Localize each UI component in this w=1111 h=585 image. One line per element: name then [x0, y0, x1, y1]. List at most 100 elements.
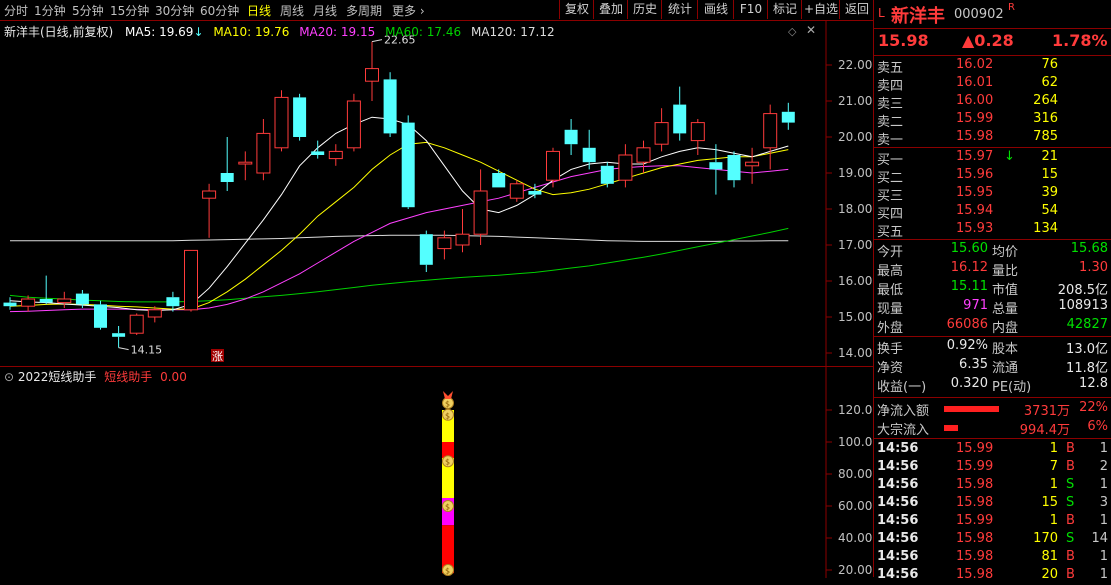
bid-price: 15.93	[956, 221, 994, 236]
tick-volume: 1	[1049, 477, 1058, 492]
stat-row: 现量 971 总量 108913	[874, 298, 1111, 317]
ask-price: 15.98	[956, 129, 994, 144]
bid-volume: 39	[1041, 185, 1058, 200]
tick-row: 14:56 15.99 7 B 2	[874, 459, 1111, 477]
stat-value: 16.12	[950, 260, 988, 275]
chart-header: 新洋丰(日线,前复权) MA5: 19.69↓ MA10: 19.76 MA20…	[4, 23, 555, 40]
tick-price: 15.98	[956, 567, 994, 582]
candle	[654, 108, 669, 152]
low-label: 14.15	[131, 344, 163, 357]
candle	[673, 86, 687, 141]
indicator-label: 短线助手	[104, 370, 153, 384]
ask-volume: 62	[1041, 75, 1058, 90]
chart-settings-icon[interactable]: ◇	[788, 25, 796, 38]
flow-value: 994.4万	[1019, 423, 1070, 438]
candle-body	[528, 191, 542, 195]
ask-volume: 76	[1041, 57, 1058, 72]
candle-body	[401, 122, 415, 208]
candle-body	[21, 298, 36, 307]
ma10-line	[9, 141, 789, 310]
f10-button[interactable]: F10	[733, 0, 768, 19]
bid-price: 15.96	[956, 167, 994, 182]
arrow-down-icon: ↓	[193, 25, 204, 39]
ask-row: 卖二 15.99 316	[874, 111, 1111, 130]
annotations: 22.6514.15 涨	[118, 34, 416, 363]
fundamental-label: PE(动)	[992, 380, 1032, 395]
ask-label: 卖三	[877, 97, 904, 112]
candle-body	[3, 302, 17, 307]
candle-body	[690, 122, 705, 142]
ask-label: 卖二	[877, 115, 904, 130]
candle-body	[673, 104, 687, 134]
bid-row: 买五 15.93 134	[874, 221, 1111, 240]
stat-label: 最高	[877, 264, 904, 279]
period-more[interactable]: 更多 ›	[392, 2, 425, 19]
ma60-label: MA60: 17.46	[385, 25, 462, 39]
arrow-down-icon: ↓	[1004, 149, 1015, 164]
fundamental-label: 换手	[877, 342, 904, 357]
adjust-button[interactable]: 复权	[559, 0, 594, 19]
candle	[293, 93, 307, 141]
candle-body	[509, 183, 524, 199]
tick-count: 1	[1099, 567, 1108, 582]
period-daily[interactable]: 日线	[247, 2, 271, 19]
add-watchlist-button[interactable]: +自选	[801, 0, 840, 19]
tick-side: B	[1066, 549, 1075, 564]
bid-label: 买三	[877, 189, 904, 204]
money-bag-icon-glyph: $	[445, 411, 450, 420]
ask-label: 卖一	[877, 133, 904, 148]
overlay-button[interactable]: 叠加	[593, 0, 628, 19]
chevron-right-icon: ›	[416, 4, 425, 18]
history-button[interactable]: 历史	[627, 0, 662, 19]
tick-side: S	[1066, 495, 1075, 510]
tick-time: 14:56	[877, 441, 919, 456]
candle-body	[220, 173, 234, 182]
indicator-value: 0.00	[160, 370, 187, 384]
period-weekly[interactable]: 周线	[280, 2, 304, 19]
price-tick-label: 21.00	[838, 94, 872, 108]
indicator-panel[interactable]: 120.00 100.00 80.00 60.00 40.00 20.00 $ $ $ $ $ ⊙…	[0, 366, 873, 578]
period-15min[interactable]: 15分钟	[110, 2, 149, 19]
candle	[690, 119, 705, 155]
stat-label: 总量	[992, 302, 1019, 317]
candle-body	[600, 165, 614, 184]
price-tick-label: 14.00	[838, 346, 872, 360]
candle	[238, 151, 253, 181]
indicator-collapse-icon[interactable]: ⊙	[4, 370, 14, 384]
tick-time: 14:56	[877, 567, 919, 582]
stat-label: 外盘	[877, 321, 904, 336]
flow-bar	[944, 406, 999, 412]
period-1min[interactable]: 1分钟	[34, 2, 66, 19]
stat-value: 1.30	[1079, 260, 1108, 275]
period-multi[interactable]: 多周期	[346, 2, 382, 19]
period-5min[interactable]: 5分钟	[72, 2, 104, 19]
stat-value: 42827	[1066, 317, 1108, 332]
candle	[745, 147, 760, 184]
indicator-tick-label: 60.00	[838, 499, 872, 513]
quote-panel: L 新洋丰 000902 R 15.98 ▲0.28 1.78% 卖五 16.02…	[873, 0, 1111, 582]
tick-price: 15.98	[956, 531, 994, 546]
kline-chart[interactable]: 22.00 21.00 20.00 19.00 18.00 17.00 16.00 15.00…	[0, 21, 873, 366]
candle	[346, 93, 361, 152]
tick-count: 1	[1099, 477, 1108, 492]
mark-button[interactable]: 标记	[767, 0, 802, 19]
tick-count: 3	[1099, 495, 1108, 510]
price-change-pct: 1.78%	[1052, 31, 1108, 50]
candle-body	[546, 150, 560, 181]
bid-volume: 54	[1041, 203, 1058, 218]
back-button[interactable]: 返回	[839, 0, 874, 19]
stats-button[interactable]: 统计	[661, 0, 698, 19]
close-icon[interactable]: ✕	[806, 23, 816, 37]
candle	[383, 72, 397, 137]
candle	[492, 169, 506, 188]
ask-volume: 785	[1033, 129, 1058, 144]
period-monthly[interactable]: 月线	[313, 2, 337, 19]
period-intraday[interactable]: 分时	[4, 2, 28, 19]
bid-row: 买二 15.96 15	[874, 167, 1111, 186]
draw-button[interactable]: 画线	[697, 0, 734, 19]
period-60min[interactable]: 60分钟	[200, 2, 239, 19]
money-bag-icon-glyph: $	[445, 400, 450, 409]
tick-volume: 1	[1049, 513, 1058, 528]
candle-body	[437, 237, 452, 250]
period-30min[interactable]: 30分钟	[155, 2, 194, 19]
